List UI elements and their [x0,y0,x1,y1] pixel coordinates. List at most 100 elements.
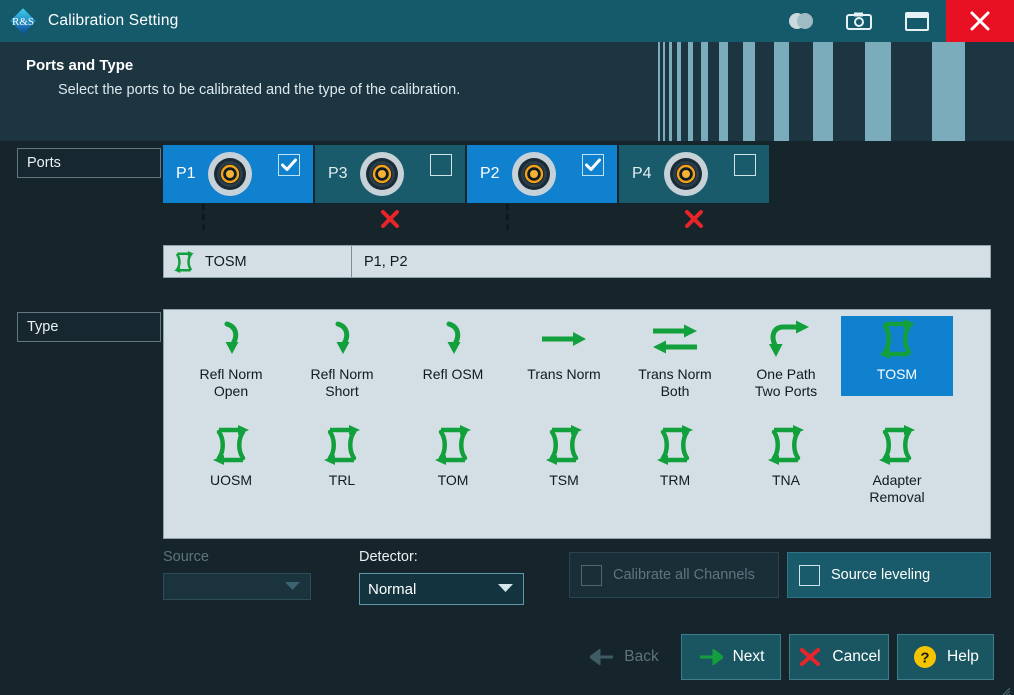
port-label: P4 [632,165,652,182]
type-option-tom[interactable]: TOM [397,422,509,489]
source-dropdown[interactable] [163,573,311,600]
ports-section-label: Ports [17,148,161,178]
type-option-label: TRM [659,472,691,488]
port-connected-line [506,204,509,230]
type-option-label: Trans Norm [527,366,601,382]
arrow-right-icon [698,646,724,668]
camera-icon[interactable] [830,0,888,42]
type-option-refl-norm-open[interactable]: Refl Norm Open [175,316,287,400]
type-option-tna[interactable]: TNA [730,422,842,489]
type-option-refl-norm-short[interactable]: Refl Norm Short [286,316,398,400]
port-checkbox[interactable] [734,154,756,176]
port-checkbox[interactable] [430,154,452,176]
port-p2[interactable]: P2 [467,145,617,203]
calibration-setting-window: R&S Calibration Setting Ports and Type S… [0,0,1014,695]
source-leveling-checkbox[interactable]: Source leveling [787,552,991,598]
cancel-label: Cancel [832,648,881,665]
type-option-label: TSM [549,472,579,488]
trans-both-icon [619,316,731,362]
type-option-adapter-removal[interactable]: Adapter Removal [841,422,953,506]
source-leveling-label: Source leveling [831,566,931,583]
svg-text:R&S: R&S [12,16,34,28]
type-option-trm[interactable]: TRM [619,422,731,489]
calibration-summary-row[interactable]: TOSM P1, P2 [163,245,991,278]
window-restore-icon[interactable] [888,0,946,42]
dialog-body: Ports P1 P3 P2 P4 TOSM P1, P2 Type Refl Nor… [0,141,1014,695]
rf-connector-icon [510,150,558,198]
refl-arrow-icon [286,316,398,362]
chevron-down-icon [284,578,301,596]
tosm-2port-icon [175,422,287,468]
summary-type-label: TOSM [205,253,247,270]
rf-connector-icon [662,150,710,198]
port-not-connected-icon [684,209,704,229]
port-label: P3 [328,165,348,182]
port-checkbox[interactable] [582,154,604,176]
svg-text:?: ? [920,650,929,667]
x-icon [797,646,823,668]
port-p3[interactable]: P3 [315,145,465,203]
title-bar: R&S Calibration Setting [0,0,1014,42]
port-connected-line [202,204,205,230]
close-button[interactable] [946,0,1014,42]
ports-strip: P1 P3 P2 P4 [163,145,1001,203]
detector-dropdown[interactable]: Normal [359,573,524,605]
type-option-trans-norm-both[interactable]: Trans Norm Both [619,316,731,400]
port-checkbox[interactable] [278,154,300,176]
type-option-tsm[interactable]: TSM [508,422,620,489]
summary-ports-label: P1, P2 [364,253,408,270]
close-icon [970,11,990,31]
type-option-label: Refl Norm Open [199,366,263,399]
tosm-2port-icon [173,250,195,273]
type-option-trans-norm[interactable]: Trans Norm [508,316,620,383]
port-not-connected-icon [380,209,400,229]
checkbox-square-icon [581,564,602,586]
tosm-2port-icon [841,422,953,468]
help-button[interactable]: ? Help [897,634,994,680]
port-label: P2 [480,165,500,182]
chevron-down-icon [497,580,514,598]
back-button[interactable]: Back [574,634,674,680]
type-section-label: Type [17,312,161,342]
tosm-2port-icon [397,422,509,468]
type-option-label: Refl Norm Short [310,366,374,399]
header-banner: Ports and Type Select the ports to be ca… [0,42,1014,141]
detector-value: Normal [368,580,417,598]
type-option-trl[interactable]: TRL [286,422,398,489]
type-option-label: Adapter Removal [869,472,925,505]
type-option-label: TNA [772,472,800,488]
contrast-toggle-icon[interactable] [772,0,830,42]
resize-grip[interactable] [1002,683,1011,695]
calibrate-all-channels-label: Calibrate all Channels [613,566,755,583]
tosm-2port-icon [508,422,620,468]
cancel-button[interactable]: Cancel [789,634,889,680]
rf-connector-icon [358,150,406,198]
refl-arrow-icon [175,316,287,362]
tosm-2port-icon [619,422,731,468]
type-option-one-path-two-ports[interactable]: One Path Two Ports [730,316,842,400]
type-option-tosm[interactable]: TOSM [841,316,953,396]
type-option-refl-osm[interactable]: Refl OSM [397,316,509,383]
next-button[interactable]: Next [681,634,781,680]
summary-type: TOSM [164,246,352,277]
calibrate-all-channels-checkbox[interactable]: Calibrate all Channels [569,552,779,598]
type-option-label: One Path Two Ports [754,366,818,399]
port-p4[interactable]: P4 [619,145,769,203]
refl-arrow-icon [397,316,509,362]
rf-connector-icon [206,150,254,198]
type-option-label: Trans Norm Both [638,366,712,399]
tosm-2port-icon [286,422,398,468]
checkbox-square-icon [799,564,820,586]
type-option-uosm[interactable]: UOSM [175,422,287,489]
window-title: Calibration Setting [48,12,179,29]
detector-label: Detector: [359,549,418,565]
tosm-2port-icon [841,316,953,362]
port-p1[interactable]: P1 [163,145,313,203]
trans-arrow-icon [508,316,620,362]
type-option-label: Refl OSM [422,366,484,382]
page-subtitle: Select the ports to be calibrated and th… [58,82,461,98]
type-option-label: TOM [437,472,469,488]
type-option-label: UOSM [210,472,252,488]
page-title: Ports and Type [26,57,134,74]
source-label: Source [163,549,209,565]
